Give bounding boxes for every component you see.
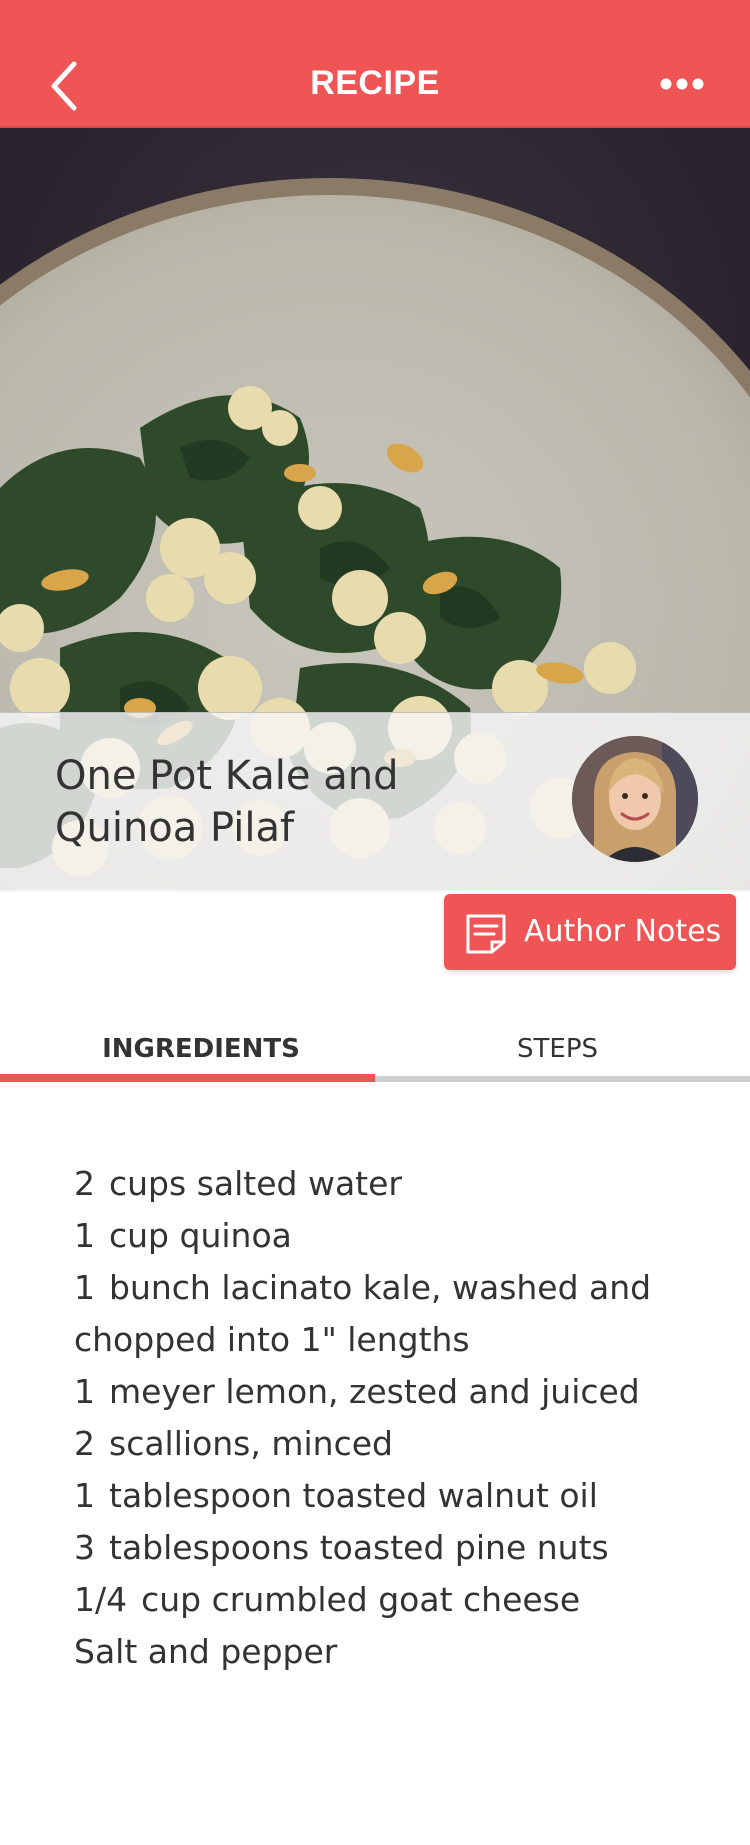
page-title: RECIPE [310, 64, 440, 102]
list-item: 2 cups salted water [74, 1158, 694, 1210]
list-item: 1/4 cup crumbled goat cheese [74, 1574, 694, 1626]
tab-ingredients[interactable]: INGREDIENTS [16, 1034, 386, 1074]
ingredient-quantity: 1 [74, 1476, 95, 1515]
author-notes-button[interactable]: Author Notes [444, 894, 736, 970]
note-icon [466, 914, 506, 954]
ingredient-quantity: 2 [74, 1164, 95, 1203]
ingredient-quantity: 3 [74, 1528, 95, 1567]
top-app-bar: RECIPE [0, 0, 750, 128]
ingredient-text: scallions, minced [109, 1424, 393, 1463]
ingredient-text: tablespoon toasted walnut oil [109, 1476, 598, 1515]
recipe-title: One Pot Kale and Quinoa Pilaf [55, 753, 399, 851]
tab-steps[interactable]: STEPS [370, 1034, 745, 1074]
ingredient-text: cup quinoa [109, 1216, 292, 1255]
author-notes-label: Author Notes [524, 914, 722, 949]
list-item: 1 meyer lemon, zested and juiced [74, 1366, 694, 1418]
ingredient-text: meyer lemon, zested and juiced [109, 1372, 640, 1411]
ingredient-text: tablespoons toasted pine nuts [109, 1528, 609, 1567]
ingredient-quantity: 2 [74, 1424, 95, 1463]
ingredients-list: 2 cups salted water 1 cup quinoa 1 bunch la… [74, 1158, 694, 1678]
ingredient-quantity: 1 [74, 1216, 95, 1255]
ingredient-quantity: 1 [74, 1372, 95, 1411]
ingredient-text: cup crumbled goat cheese [141, 1580, 581, 1619]
ingredient-quantity: 1/4 [74, 1580, 128, 1619]
list-item: 1 tablespoon toasted walnut oil [74, 1470, 694, 1522]
list-item: 3 tablespoons toasted pine nuts [74, 1522, 694, 1574]
tab-indicator-active [0, 1074, 375, 1082]
list-item: 1 bunch lacinato kale, washed and chopped… [74, 1262, 694, 1366]
tab-indicator-track [375, 1076, 750, 1082]
ingredient-quantity: 1 [74, 1268, 95, 1307]
ingredient-text: cups salted water [109, 1164, 402, 1203]
list-item: 2 scallions, minced [74, 1418, 694, 1470]
ingredient-text: bunch lacinato kale, washed and chopped … [74, 1268, 652, 1359]
author-photo-image [572, 736, 698, 862]
ellipsis-icon[interactable] [660, 74, 704, 94]
list-item: Salt and pepper [74, 1626, 694, 1678]
ingredient-text: Salt and pepper [74, 1632, 338, 1671]
author-avatar[interactable] [572, 736, 698, 862]
list-item: 1 cup quinoa [74, 1210, 694, 1262]
